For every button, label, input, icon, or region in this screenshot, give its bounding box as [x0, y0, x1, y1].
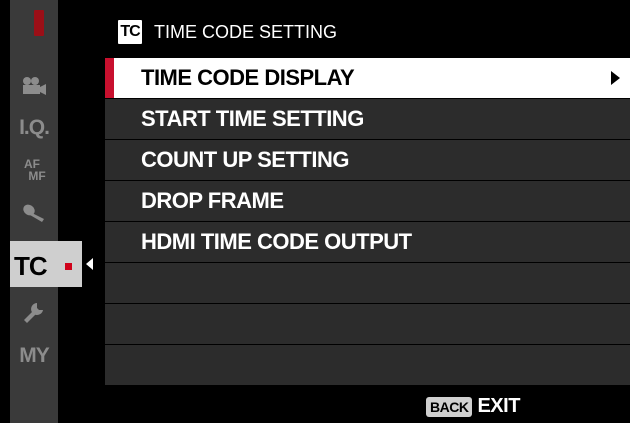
sidebar-tab-strip: I.Q. AF MF MY — [10, 0, 58, 423]
menu-item-label: TIME CODE DISPLAY — [141, 65, 355, 90]
menu-item-label: HDMI TIME CODE OUTPUT — [141, 229, 412, 254]
tab-movie[interactable] — [10, 66, 58, 106]
menu-item-hdmi-time-code-output[interactable]: HDMI TIME CODE OUTPUT — [105, 222, 630, 262]
menu-item-label: DROP FRAME — [141, 188, 284, 213]
menu-item-count-up-setting[interactable]: COUNT UP SETTING — [105, 140, 630, 180]
menu-item-time-code-display[interactable]: TIME CODE DISPLAY — [105, 58, 630, 98]
tab-my-menu[interactable]: MY — [10, 336, 58, 376]
page-title: TIME CODE SETTING — [154, 21, 338, 42]
tab-my-menu-label: MY — [19, 344, 49, 367]
menu-item-empty — [105, 304, 630, 344]
menu-item-label: COUNT UP SETTING — [141, 147, 349, 172]
menu-item-start-time-setting[interactable]: START TIME SETTING — [105, 99, 630, 139]
menu-list: TIME CODE DISPLAY START TIME SETTING COU… — [105, 58, 630, 386]
tab-mf-label: MF — [28, 169, 46, 183]
microphone-icon — [23, 204, 44, 222]
tc-badge-icon: TC — [118, 20, 142, 44]
menu-item-drop-frame[interactable]: DROP FRAME — [105, 181, 630, 221]
movie-camera-icon — [23, 77, 46, 95]
active-tab-dot — [65, 263, 72, 270]
menu-item-label: START TIME SETTING — [141, 106, 364, 131]
camera-menu-screen: I.Q. AF MF MY TC TC TIME CODE SETTING TI… — [0, 0, 630, 423]
battery-indicator — [34, 10, 44, 36]
footer-hint: BACK EXIT — [426, 395, 520, 418]
menu-header: TC TIME CODE SETTING — [118, 18, 337, 46]
tab-image-quality-label: I.Q. — [19, 116, 50, 139]
selection-marker — [105, 58, 114, 98]
tab-audio[interactable] — [10, 193, 58, 233]
menu-item-empty — [105, 345, 630, 385]
tab-af-mf[interactable]: AF MF — [10, 150, 58, 190]
tab-time-code-label: TC — [14, 251, 48, 281]
tab-setup[interactable] — [10, 293, 58, 333]
tab-image-quality[interactable]: I.Q. — [10, 108, 58, 148]
back-button[interactable]: BACK — [426, 396, 473, 417]
menu-item-empty — [105, 263, 630, 303]
exit-label: EXIT — [477, 395, 520, 417]
chevron-right-icon — [611, 71, 620, 85]
wrench-icon — [24, 303, 43, 323]
active-tab-arrow-icon — [86, 258, 93, 270]
